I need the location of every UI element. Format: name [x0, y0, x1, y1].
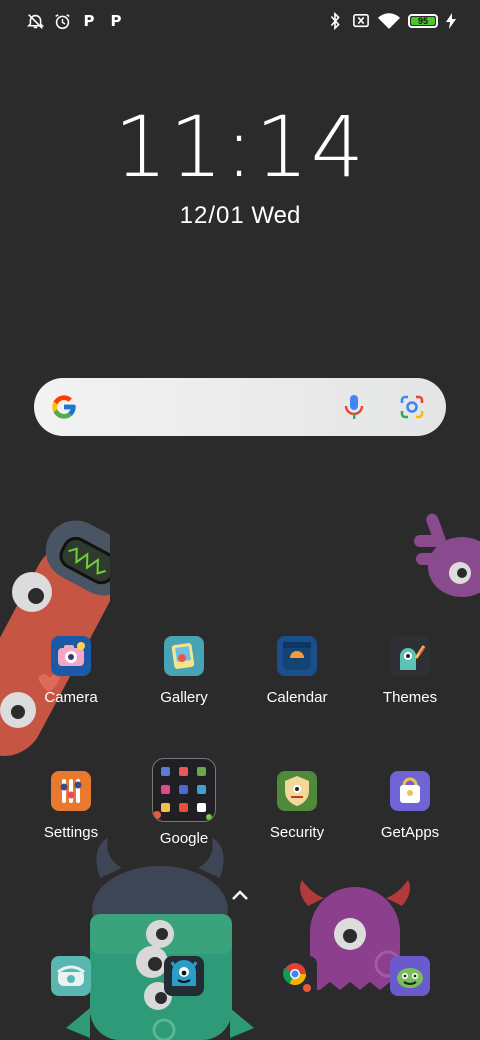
status-bar-right: 95	[326, 12, 456, 30]
clock-time[interactable]: 11:14	[0, 98, 480, 196]
phone-icon	[51, 956, 91, 996]
dock-phone-app[interactable]	[21, 956, 121, 996]
google-search-bar[interactable]	[34, 378, 446, 436]
status-bar-left: P P	[26, 12, 125, 30]
app-security[interactable]: Security	[247, 771, 347, 841]
folder-icon	[152, 758, 216, 822]
games-icon	[390, 956, 430, 996]
wallpaper-monster-bottom-green	[66, 838, 254, 1040]
dock-chrome-app[interactable]	[247, 956, 347, 996]
gallery-icon	[164, 636, 204, 676]
getapps-icon	[390, 771, 430, 811]
app-label: Calendar	[266, 689, 328, 706]
clock-date[interactable]: 12/01 Wed	[0, 202, 480, 230]
battery-icon: 95	[408, 14, 438, 28]
settings-icon	[51, 771, 91, 811]
no-sim-icon	[352, 12, 370, 30]
camera-icon	[51, 636, 91, 676]
app-label: Themes	[382, 689, 438, 706]
google-lens-icon[interactable]	[399, 394, 425, 425]
dock-messaging-app[interactable]	[134, 956, 234, 996]
dock-games-app[interactable]	[360, 956, 460, 996]
messaging-icon	[164, 956, 204, 996]
app-folder-google[interactable]: Google	[134, 758, 234, 847]
app-label: Security	[269, 824, 325, 841]
app-label: Google	[159, 830, 209, 847]
app-drawer-chevron-up-icon[interactable]	[230, 888, 250, 907]
app-camera[interactable]: Camera	[21, 636, 121, 706]
microphone-icon[interactable]	[344, 394, 364, 425]
weekday-text: Wed	[251, 202, 301, 229]
app-themes[interactable]: Themes	[360, 636, 460, 706]
app-gallery[interactable]: Gallery	[134, 636, 234, 706]
p-notification-icon: P	[83, 12, 95, 30]
p-notification-icon: P	[110, 12, 122, 30]
charging-icon	[446, 12, 456, 30]
security-icon	[277, 771, 317, 811]
app-getapps[interactable]: GetApps	[360, 771, 460, 841]
wifi-icon	[378, 12, 400, 30]
date-text: 12/01	[179, 202, 245, 229]
app-label: Settings	[43, 824, 99, 841]
calendar-icon	[277, 636, 317, 676]
battery-percentage: 95	[417, 16, 428, 26]
chrome-icon	[277, 956, 317, 996]
app-calendar[interactable]: Calendar	[247, 636, 347, 706]
bluetooth-icon	[326, 12, 344, 30]
app-label: Gallery	[160, 689, 208, 706]
app-settings[interactable]: Settings	[21, 771, 121, 841]
google-logo-icon	[50, 393, 78, 426]
wallpaper-monster-right-purple	[414, 513, 480, 597]
alarm-off-icon	[26, 12, 44, 30]
alarm-clock-icon	[53, 12, 71, 30]
themes-icon	[390, 636, 430, 676]
app-label: GetApps	[380, 824, 440, 841]
app-label: Camera	[44, 689, 98, 706]
